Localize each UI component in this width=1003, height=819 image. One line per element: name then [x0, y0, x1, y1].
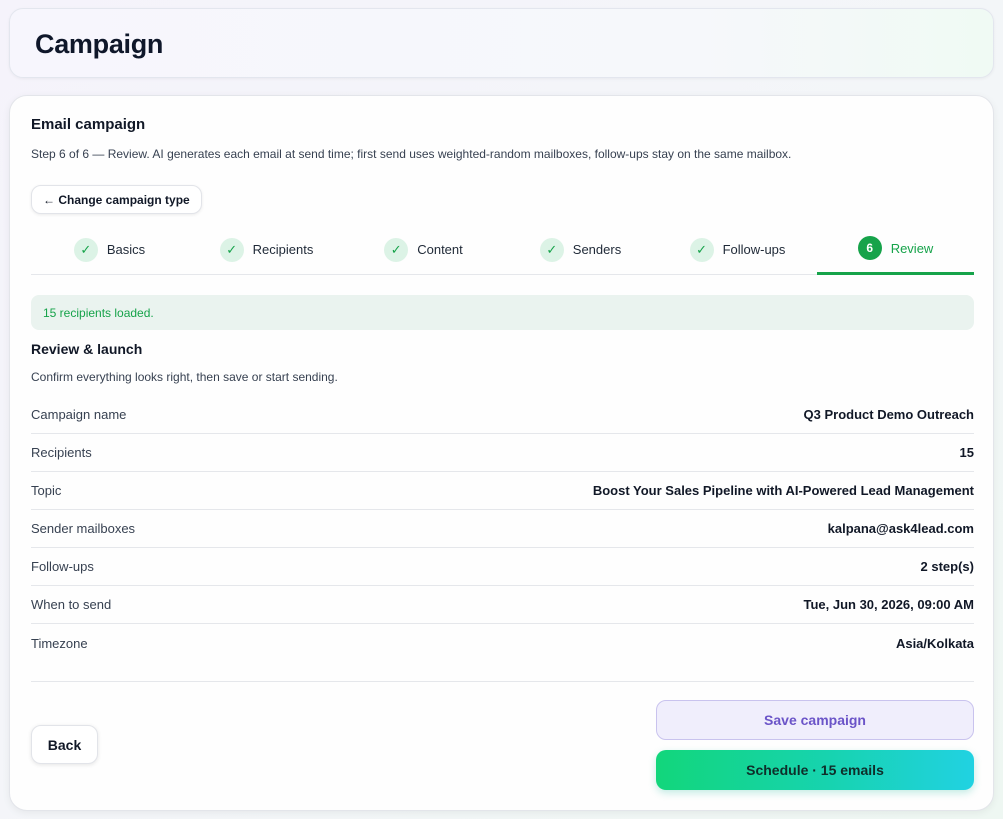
check-icon: ✓: [73, 237, 98, 262]
summary-row-topic: Topic Boost Your Sales Pipeline with AI-…: [31, 472, 974, 510]
summary-key: Campaign name: [31, 407, 127, 422]
step-label: Follow-ups: [722, 242, 786, 257]
step-basics[interactable]: ✓ Basics: [31, 224, 188, 275]
step-label: Recipients: [252, 242, 314, 257]
campaign-title: Email campaign: [31, 116, 146, 133]
page-header: Campaign: [9, 8, 994, 78]
check-icon: ✓: [689, 237, 714, 262]
summary-value: Tue, Jun 30, 2026, 09:00 AM: [803, 597, 974, 612]
check-icon: ✓: [384, 237, 409, 262]
summary-value: Boost Your Sales Pipeline with AI-Powere…: [592, 483, 974, 498]
step-recipients[interactable]: ✓ Recipients: [188, 224, 345, 275]
summary-key: Recipients: [31, 445, 92, 460]
summary-value: kalpana@ask4lead.com: [827, 521, 974, 536]
summary-key: Follow-ups: [31, 559, 94, 574]
step-content[interactable]: ✓ Content: [345, 224, 502, 275]
page-title: Campaign: [35, 29, 164, 59]
step-label: Review: [890, 240, 934, 256]
footer-divider: [31, 681, 974, 682]
review-title: Review & launch: [31, 341, 143, 357]
summary-key: Sender mailboxes: [31, 521, 136, 536]
step-follow-ups[interactable]: ✓ Follow-ups: [659, 224, 816, 275]
recipients-loaded-alert: 15 recipients loaded.: [31, 295, 974, 330]
back-button[interactable]: Back: [31, 725, 98, 764]
summary-row-timezone: Timezone Asia/Kolkata: [31, 624, 974, 662]
summary-key: Topic: [31, 483, 62, 498]
step-label: Basics: [106, 242, 146, 257]
summary-key: When to send: [31, 597, 112, 612]
summary-key: Timezone: [31, 635, 88, 651]
save-campaign-button[interactable]: Save campaign: [656, 700, 974, 740]
summary-value: 15: [959, 445, 974, 460]
summary-row-sender-mailboxes: Sender mailboxes kalpana@ask4lead.com: [31, 510, 974, 548]
step-tabs: ✓ Basics ✓ Recipients ✓ Content ✓ Sender…: [31, 224, 974, 275]
campaign-card: Email campaign Step 6 of 6 — Review. AI …: [9, 95, 994, 811]
summary-row-recipients: Recipients 15: [31, 434, 974, 472]
summary-row-campaign-name: Campaign name Q3 Product Demo Outreach: [31, 396, 974, 434]
campaign-subtitle: Step 6 of 6 — Review. AI generates each …: [31, 147, 792, 161]
change-campaign-type-button[interactable]: ← Change campaign type: [31, 185, 202, 214]
summary-row-follow-ups: Follow-ups 2 step(s): [31, 548, 974, 586]
summary-row-when-to-send: When to send Tue, Jun 30, 2026, 09:00 AM: [31, 586, 974, 624]
summary-value: Q3 Product Demo Outreach: [803, 407, 974, 422]
review-subtitle: Confirm everything looks right, then sav…: [31, 370, 338, 384]
step-label: Senders: [572, 242, 622, 257]
schedule-button[interactable]: Schedule · 15 emails: [656, 750, 974, 790]
step-label: Content: [417, 242, 463, 257]
step-review[interactable]: 6 Review: [817, 224, 974, 275]
step-senders[interactable]: ✓ Senders: [502, 224, 659, 275]
summary-value: 2 step(s): [920, 559, 974, 574]
summary-value: Asia/Kolkata: [895, 635, 974, 651]
step-number-badge: 6: [857, 236, 882, 260]
check-icon: ✓: [219, 237, 244, 262]
review-summary: Campaign name Q3 Product Demo Outreach R…: [31, 396, 974, 662]
check-icon: ✓: [539, 237, 564, 262]
